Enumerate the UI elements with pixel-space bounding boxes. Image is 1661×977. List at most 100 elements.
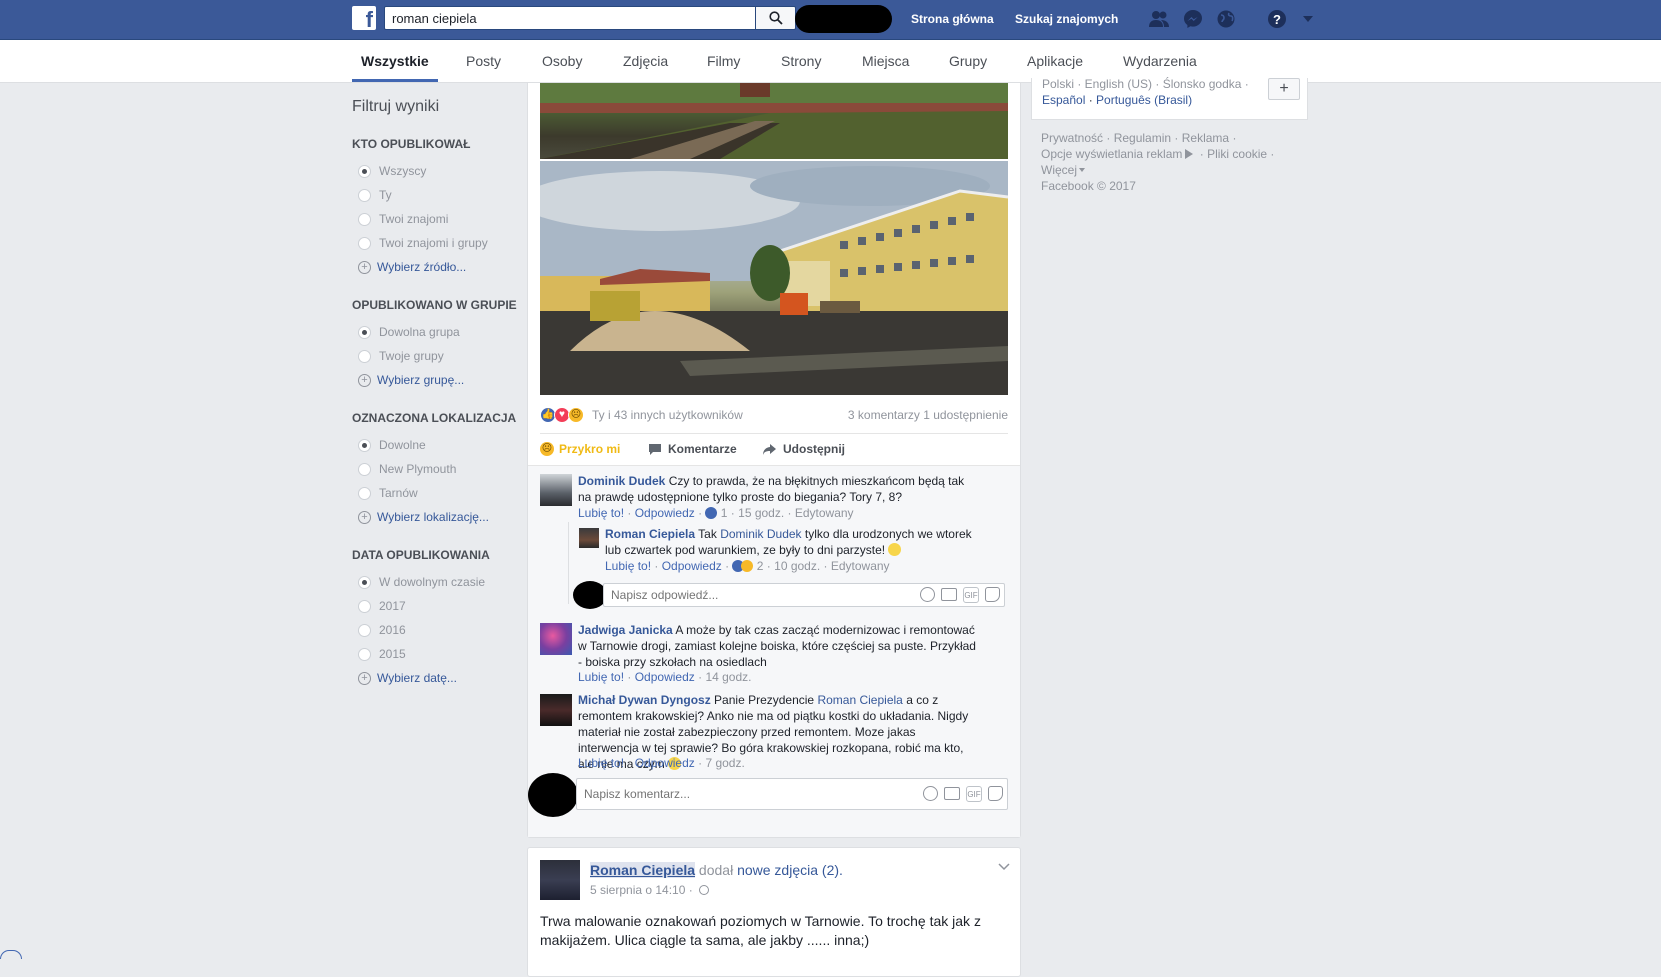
filter-option[interactable]: Twoje grupy xyxy=(352,344,522,368)
gif-icon[interactable]: GIF xyxy=(963,587,979,603)
post-options-chevron-down-icon[interactable] xyxy=(998,860,1010,872)
language-links-line[interactable]: Polski · English (US) · Ślonsko godka · xyxy=(1042,76,1262,92)
filter-option[interactable]: Dowolna grupa xyxy=(352,320,522,344)
language-link[interactable]: Português (Brasil) xyxy=(1096,93,1192,107)
tab-all[interactable]: Wszystkie xyxy=(361,53,429,69)
language-link[interactable]: Español xyxy=(1042,93,1085,107)
camera-icon[interactable] xyxy=(944,787,960,800)
reply-link[interactable]: Odpowiedz xyxy=(635,670,695,684)
radio[interactable] xyxy=(358,212,371,226)
footer-link-privacy[interactable]: Prywatność xyxy=(1041,131,1103,145)
reaction-count[interactable]: 1 xyxy=(721,506,728,520)
friend-requests-icon[interactable] xyxy=(1148,9,1170,29)
sad-reaction-icon[interactable]: ☹ xyxy=(568,407,584,423)
like-reaction-icon[interactable] xyxy=(705,507,718,519)
choose-date-link[interactable]: + Wybierz datę... xyxy=(352,666,522,690)
footer-link-cookies[interactable]: Pliki cookie xyxy=(1207,147,1267,161)
filter-link-label[interactable]: Wybierz grupę... xyxy=(377,373,464,387)
like-link[interactable]: Lubię to! xyxy=(578,670,624,684)
reply-link[interactable]: Odpowiedz xyxy=(635,756,695,770)
mention-link[interactable]: Dominik Dudek xyxy=(720,527,801,541)
emoji-icon[interactable] xyxy=(920,587,935,602)
redacted-profile-name[interactable] xyxy=(795,5,892,33)
help-icon[interactable]: ? xyxy=(1266,9,1288,29)
account-menu-chevron-down-icon[interactable] xyxy=(1297,9,1319,29)
post-photo[interactable] xyxy=(540,161,1008,395)
share-button[interactable]: Udostępnij xyxy=(762,442,845,456)
sticker-icon[interactable] xyxy=(988,786,1003,801)
comment-time[interactable]: 14 godz. xyxy=(705,670,751,684)
search-input[interactable] xyxy=(385,7,745,29)
filter-option[interactable]: W dowolnym czasie xyxy=(352,570,522,594)
tab-photos[interactable]: Zdjęcia xyxy=(623,53,668,69)
new-photos-link[interactable]: nowe zdjęcia (2). xyxy=(737,862,843,878)
post-photo[interactable] xyxy=(540,83,1008,159)
messenger-icon[interactable] xyxy=(1182,9,1204,29)
radio[interactable] xyxy=(358,236,371,250)
footer-link-ads[interactable]: Reklama xyxy=(1182,131,1229,145)
notifications-globe-icon[interactable] xyxy=(1215,9,1237,29)
comment-author[interactable]: Dominik Dudek xyxy=(578,474,665,488)
avatar[interactable] xyxy=(540,694,572,726)
reply-input[interactable] xyxy=(604,584,884,606)
radio-selected[interactable] xyxy=(358,575,371,589)
radio-selected[interactable] xyxy=(358,325,371,339)
radio[interactable] xyxy=(358,623,371,637)
filter-option[interactable]: Ty xyxy=(352,183,522,207)
tab-events[interactable]: Wydarzenia xyxy=(1123,53,1197,69)
footer-link-ad-choices[interactable]: Opcje wyświetlania reklam xyxy=(1041,147,1182,161)
comment-time[interactable]: 7 godz. xyxy=(705,756,744,770)
tab-posts[interactable]: Posty xyxy=(466,53,501,69)
edited-label[interactable]: Edytowany xyxy=(831,559,890,573)
filter-option[interactable]: Twoi znajomi xyxy=(352,207,522,231)
radio-selected[interactable] xyxy=(358,164,371,178)
avatar[interactable] xyxy=(540,623,572,655)
reactions-count-link[interactable]: Ty i 43 innych użytkowników xyxy=(592,408,743,422)
add-language-button[interactable]: + xyxy=(1268,78,1300,100)
filter-option[interactable]: 2017 xyxy=(352,594,522,618)
comment-time[interactable]: 10 godz. xyxy=(774,559,820,573)
filter-option[interactable]: New Plymouth xyxy=(352,457,522,481)
camera-icon[interactable] xyxy=(941,588,957,601)
edited-label[interactable]: Edytowany xyxy=(795,506,854,520)
avatar[interactable] xyxy=(579,528,599,548)
filter-option[interactable]: Wszyscy xyxy=(352,159,522,183)
chat-tab-edge[interactable] xyxy=(0,950,22,959)
filter-link-label[interactable]: Wybierz datę... xyxy=(377,671,457,685)
choose-group-link[interactable]: + Wybierz grupę... xyxy=(352,368,522,392)
emoji-icon[interactable] xyxy=(923,786,938,801)
filter-link-label[interactable]: Wybierz źródło... xyxy=(377,260,466,274)
comment-input[interactable] xyxy=(577,779,857,809)
haha-reaction-icon[interactable] xyxy=(741,560,754,572)
tab-groups[interactable]: Grupy xyxy=(949,53,987,69)
gif-icon[interactable]: GIF xyxy=(966,786,982,802)
author-avatar[interactable] xyxy=(540,860,580,900)
reply-link[interactable]: Odpowiedz xyxy=(635,506,695,520)
radio[interactable] xyxy=(358,462,371,476)
facebook-logo[interactable]: f xyxy=(352,6,376,30)
radio[interactable] xyxy=(358,599,371,613)
radio-selected[interactable] xyxy=(358,438,371,452)
post-timestamp[interactable]: 5 sierpnia o 14:10 · xyxy=(590,883,693,897)
comment-button[interactable]: Komentarze xyxy=(648,442,737,456)
radio[interactable] xyxy=(358,486,371,500)
like-link[interactable]: Lubię to! xyxy=(605,559,651,573)
comment-author[interactable]: Jadwiga Janicka xyxy=(578,623,673,637)
radio[interactable] xyxy=(358,188,371,202)
filter-link-label[interactable]: Wybierz lokalizację... xyxy=(377,510,489,524)
search-button[interactable] xyxy=(756,6,796,30)
filter-option[interactable]: Tarnów xyxy=(352,481,522,505)
filter-option[interactable]: Twoi znajomi i grupy xyxy=(352,231,522,255)
reaction-button[interactable]: ☹ Przykro mi xyxy=(540,442,620,456)
tab-pages[interactable]: Strony xyxy=(781,53,821,69)
tab-videos[interactable]: Filmy xyxy=(707,53,740,69)
audience-globe-icon[interactable] xyxy=(699,885,710,895)
choose-source-link[interactable]: + Wybierz źródło... xyxy=(352,255,522,279)
comment-author[interactable]: Michał Dywan Dyngosz xyxy=(578,693,711,707)
avatar[interactable] xyxy=(540,474,572,506)
radio[interactable] xyxy=(358,349,371,363)
tab-apps[interactable]: Aplikacje xyxy=(1027,53,1083,69)
tab-places[interactable]: Miejsca xyxy=(862,53,909,69)
filter-option[interactable]: Dowolne xyxy=(352,433,522,457)
footer-link-more[interactable]: Więcej xyxy=(1041,163,1077,177)
